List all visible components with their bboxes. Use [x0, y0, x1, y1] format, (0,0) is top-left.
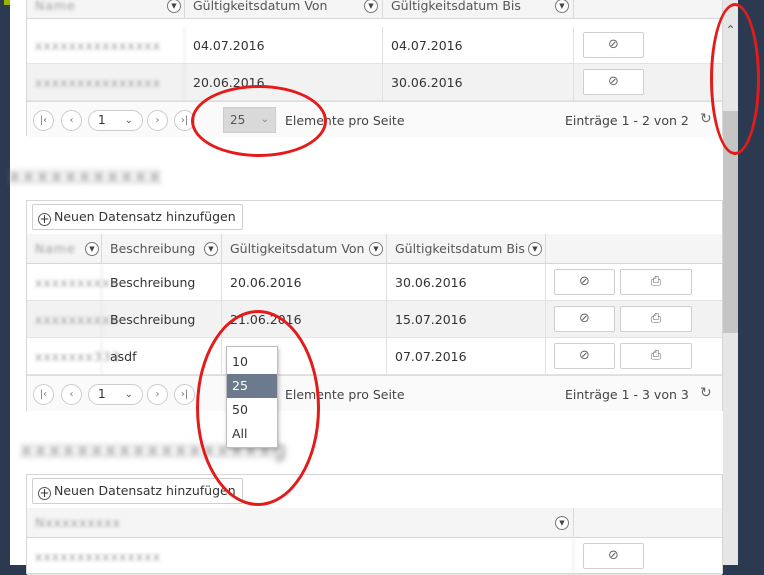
- next-page-button[interactable]: ›: [147, 110, 168, 131]
- filter-icon[interactable]: ▼: [204, 242, 218, 256]
- grid-3-header: Nxxxxxxxxx ▼: [27, 508, 722, 538]
- cell-bis: 15.07.2016: [387, 301, 546, 338]
- table-row[interactable]: xxxxxxxxxx Beschreibung 20.06.2016 30.06…: [27, 264, 722, 301]
- col-header-bis[interactable]: Gültigkeitsdatum Bis: [383, 0, 574, 19]
- col-header-von[interactable]: Gültigkeitsdatum Von: [185, 0, 383, 19]
- table-row[interactable]: xxxxxxxxxx Beschreibung 21.06.2016 15.07…: [27, 301, 722, 338]
- page-info: Einträge 1 - 2 von 2: [565, 113, 689, 128]
- cell-von: 20.06.2016: [222, 264, 387, 301]
- cell-bis: 07.07.2016: [387, 338, 546, 375]
- refresh-icon[interactable]: ↻: [700, 111, 712, 127]
- grid-1-header: Name ▼ Gültigkeitsdatum Von ▼ Gültigkeit…: [27, 0, 722, 19]
- filter-icon[interactable]: ▼: [555, 516, 569, 530]
- cell-name: xxxxxxxxxxxxxxx: [27, 538, 574, 575]
- cell-name: xxxxxxxxxx: [27, 264, 118, 301]
- annotation-ellipse-dropdown: [196, 310, 320, 506]
- app-corner-mark: [4, 0, 10, 5]
- annotation-ellipse-scrollbar: [710, 3, 760, 155]
- add-record-button[interactable]: + Neuen Datensatz hinzufügen: [32, 478, 243, 504]
- pdf-icon[interactable]: ⎙: [620, 306, 692, 332]
- pdf-icon[interactable]: ⎙: [620, 343, 692, 369]
- chevron-down-icon: ⌄: [124, 389, 133, 400]
- first-page-button[interactable]: |‹: [33, 384, 54, 405]
- grid-2: + Neuen Datensatz hinzufügen Name ▼ Besch…: [26, 200, 723, 411]
- table-row[interactable]: xxxxxxx333 asdf ...2016 07.07.2016 ⊘ ⎙: [27, 338, 722, 375]
- cell-bis: 30.06.2016: [383, 64, 574, 101]
- col-header-bis[interactable]: Gültigkeitsdatum Bis: [387, 234, 546, 264]
- col-header-von[interactable]: Gültigkeitsdatum Von: [222, 234, 387, 264]
- compass-icon[interactable]: ⊘: [554, 343, 615, 369]
- compass-icon[interactable]: ⊘: [554, 269, 615, 295]
- table-row[interactable]: xxxxxxxxxxxxxxx 04.07.2016 04.07.2016 ⊘: [27, 27, 722, 64]
- page-select[interactable]: 1 ⌄: [88, 110, 143, 131]
- plus-circle-icon: +: [38, 486, 51, 500]
- cell-name: xxxxxxxxxxxxxxx: [27, 64, 185, 101]
- cell-name: xxxxxxxxxxxxxxx: [27, 27, 185, 64]
- plus-circle-icon: +: [38, 212, 51, 226]
- grid-2-header: Name ▼ Beschreibung ▼ Gültigkeitsdatum V…: [27, 234, 722, 264]
- add-record-button[interactable]: + Neuen Datensatz hinzufügen: [32, 204, 243, 230]
- cell-beschreibung: Beschreibung: [102, 301, 222, 338]
- refresh-icon[interactable]: ↻: [700, 385, 712, 401]
- page-info: Einträge 1 - 3 von 3: [565, 387, 689, 402]
- section-2-title: xxxxxxxxxxx: [8, 164, 163, 189]
- chevron-down-icon: ⌄: [124, 115, 133, 126]
- annotation-ellipse-per-page: [191, 85, 327, 157]
- cell-bis: 30.06.2016: [387, 264, 546, 301]
- filter-icon[interactable]: ▼: [85, 242, 99, 256]
- pdf-icon[interactable]: ⎙: [620, 269, 692, 295]
- prev-page-button[interactable]: ‹: [61, 384, 82, 405]
- cell-beschreibung: Beschreibung: [102, 264, 222, 301]
- cell-von: 04.07.2016: [185, 27, 383, 64]
- filter-icon[interactable]: ▼: [528, 242, 542, 256]
- col-header-name[interactable]: Nxxxxxxxxx: [27, 508, 574, 538]
- compass-icon[interactable]: ⊘: [583, 543, 644, 569]
- compass-icon[interactable]: ⊘: [583, 69, 644, 95]
- compass-icon[interactable]: ⊘: [583, 32, 644, 58]
- next-page-button[interactable]: ›: [147, 384, 168, 405]
- grid-1: Name ▼ Gültigkeitsdatum Von ▼ Gültigkeit…: [26, 0, 723, 137]
- filter-icon[interactable]: ▼: [369, 242, 383, 256]
- grid-2-pager: |‹ ‹ 1 ⌄ › ›| Elemente pro Seite Einträge…: [27, 375, 722, 411]
- grid-1-pager: |‹ ‹ 1 ⌄ › ›| 25 ⌄ Elemente pro Seite Eint…: [27, 101, 722, 137]
- table-row[interactable]: xxxxxxxxxxxxxxx 20.06.2016 30.06.2016 ⊘: [27, 64, 722, 101]
- col-header-name[interactable]: Name: [27, 0, 185, 19]
- first-page-button[interactable]: |‹: [33, 110, 54, 131]
- prev-page-button[interactable]: ‹: [61, 110, 82, 131]
- cell-bis: 04.07.2016: [383, 27, 574, 64]
- last-page-button[interactable]: ›|: [174, 384, 195, 405]
- cell-name: xxxxxxx333: [27, 338, 120, 375]
- table-row[interactable]: xxxxxxxxxxxxxxx ⊘: [27, 538, 722, 575]
- grid-3: + Neuen Datensatz hinzufügen Nxxxxxxxxx ▼…: [26, 474, 723, 575]
- page-select[interactable]: 1 ⌄: [88, 384, 143, 405]
- compass-icon[interactable]: ⊘: [554, 306, 615, 332]
- cell-name: xxxxxxxxxx: [27, 301, 118, 338]
